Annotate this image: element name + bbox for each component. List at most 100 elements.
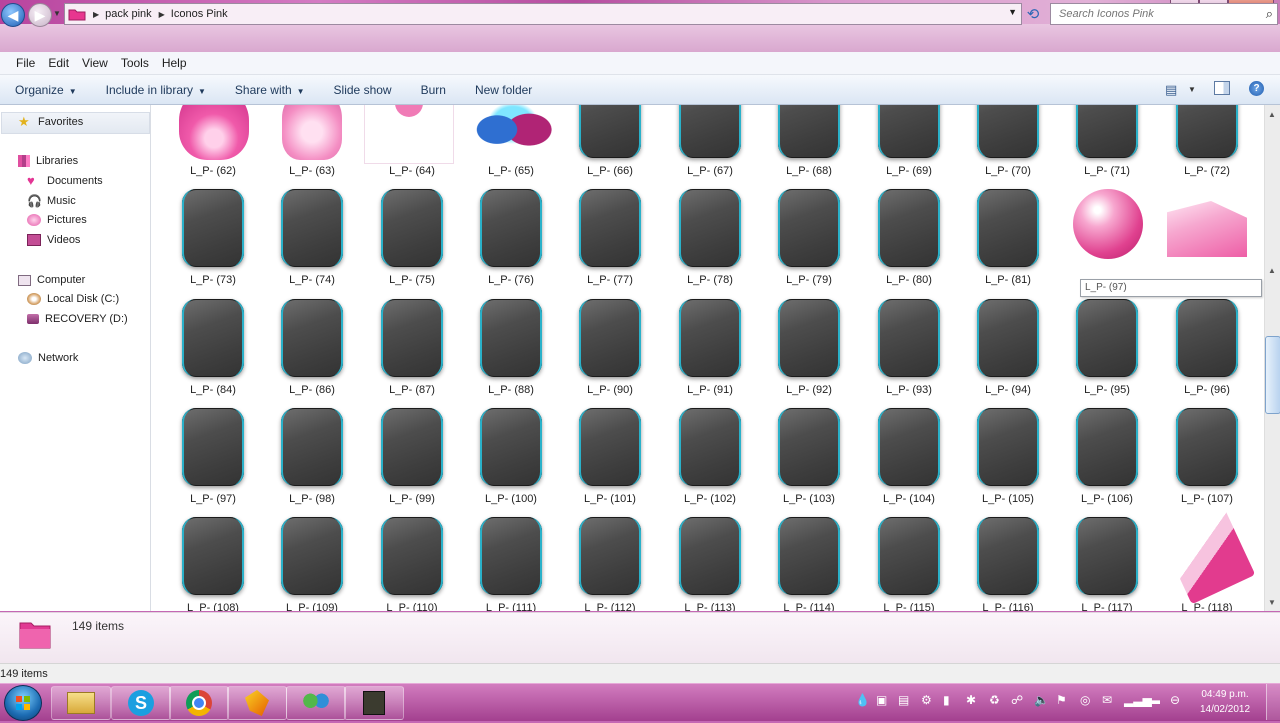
file-item[interactable]: L_P- (62) (165, 105, 261, 186)
file-item[interactable]: L_P- (84) (165, 295, 261, 405)
menu-edit[interactable]: Edit (48, 56, 69, 70)
scroll-up-icon[interactable]: ▲ (1268, 110, 1276, 119)
nav-videos[interactable]: Videos (27, 234, 80, 246)
file-item[interactable]: L_P- (79) (761, 185, 857, 295)
change-view-icon[interactable]: ▤ (1165, 82, 1177, 98)
include-in-library-button[interactable]: Include in library ▼ (106, 83, 206, 97)
file-item[interactable]: L_P- (99) (364, 404, 460, 514)
start-button[interactable] (4, 685, 42, 721)
taskbar-explorer[interactable] (51, 686, 111, 720)
file-item[interactable]: L_P- (67) (662, 105, 758, 186)
nav-computer[interactable]: Computer (18, 274, 85, 286)
file-item[interactable]: L_P- (113) (662, 513, 758, 611)
taskbar-messenger[interactable] (286, 686, 346, 720)
action-center-flag-icon[interactable]: ⚑ (1056, 693, 1067, 707)
file-item[interactable]: L_P- (106) (1059, 404, 1155, 514)
file-item[interactable]: L_P- (108) (165, 513, 261, 611)
breadcrumb-arrow-icon[interactable]: ▶ (159, 10, 165, 19)
file-item[interactable]: L_P- (76) (463, 185, 559, 295)
nav-network[interactable]: Network (18, 352, 78, 364)
address-dropdown-icon[interactable]: ▼ (1008, 7, 1017, 17)
file-item[interactable]: L_P- (74) (264, 185, 360, 295)
opera-icon[interactable]: ◎ (1080, 693, 1090, 707)
taskbar-skype[interactable]: S (111, 686, 171, 720)
drop-icon[interactable]: 💧 (855, 693, 870, 707)
scroll-down-icon[interactable]: ▼ (1268, 598, 1276, 607)
file-item[interactable]: L_P- (105) (960, 404, 1056, 514)
file-item[interactable]: L_P- (117) (1059, 513, 1155, 611)
tray-network-icon[interactable]: ✉ (1102, 693, 1112, 707)
new-folder-button[interactable]: New folder (475, 83, 532, 97)
nav-pictures[interactable]: Pictures (27, 214, 87, 226)
file-item[interactable]: L_P- (78) (662, 185, 758, 295)
help-icon[interactable]: ? (1249, 81, 1264, 96)
file-item[interactable]: L_P- (96) (1159, 295, 1255, 405)
file-item[interactable]: L_P- (90) (562, 295, 658, 405)
breadcrumb-pack-pink[interactable]: pack pink (105, 8, 151, 20)
refresh-icon[interactable]: ⟲ (1022, 4, 1044, 24)
file-item[interactable]: L_P- (93) (861, 295, 957, 405)
search-input[interactable] (1057, 7, 1261, 21)
file-item[interactable]: L_P- (102) (662, 404, 758, 514)
file-item[interactable]: L_P- (63) (264, 105, 360, 186)
share-with-button[interactable]: Share with ▼ (235, 83, 305, 97)
file-item[interactable]: L_P- (115) (861, 513, 957, 611)
file-item[interactable]: L_P- (77) (562, 185, 658, 295)
breadcrumb-iconos-pink[interactable]: Iconos Pink (171, 8, 228, 20)
file-item[interactable]: L_P- (88) (463, 295, 559, 405)
file-item[interactable]: L_P- (111) (463, 513, 559, 611)
nav-documents[interactable]: ♥ Documents (27, 174, 103, 187)
recent-pages-dropdown[interactable]: ▼ (53, 9, 61, 18)
organize-button[interactable]: Organize ▼ (15, 83, 77, 97)
file-item[interactable]: L_P- (71) (1059, 105, 1155, 186)
file-item[interactable]: L_P- (104) (861, 404, 957, 514)
file-item[interactable]: L_P- (92) (761, 295, 857, 405)
file-item[interactable]: L_P- (68) (761, 105, 857, 186)
file-item[interactable]: L_P- (94) (960, 295, 1056, 405)
search-box[interactable]: ⌕ (1050, 3, 1278, 25)
file-item[interactable]: L_P- (103) (761, 404, 857, 514)
file-item[interactable]: L_P- (66) (562, 105, 658, 186)
file-item[interactable]: L_P- (86) (264, 295, 360, 405)
connection-icon[interactable]: ⊖ (1170, 693, 1180, 707)
notes-icon[interactable]: ▤ (898, 693, 909, 707)
file-item[interactable]: L_P- (116) (960, 513, 1056, 611)
file-item[interactable]: L_P- (100) (463, 404, 559, 514)
menu-tools[interactable]: Tools (121, 56, 149, 70)
system-clock[interactable]: 04:49 p.m. 14/02/2012 (1193, 687, 1257, 717)
recycle-icon[interactable]: ♻ (989, 693, 1000, 707)
file-item[interactable]: L_P- (97) (165, 404, 261, 514)
burn-button[interactable]: Burn (421, 83, 446, 97)
show-desktop-button[interactable] (1266, 684, 1280, 720)
file-item[interactable]: L_P- (101) (562, 404, 658, 514)
file-item[interactable]: L_P- (69) (861, 105, 957, 186)
file-item[interactable]: L_P- (107) (1159, 404, 1255, 514)
file-item[interactable]: L_P- (64) (364, 105, 460, 186)
menu-view[interactable]: View (82, 56, 108, 70)
menu-file[interactable]: File (16, 56, 35, 70)
file-item[interactable]: L_P- (118) (1159, 507, 1256, 611)
menu-help[interactable]: Help (162, 56, 187, 70)
taskbar-chrome[interactable] (169, 686, 229, 720)
volume-icon[interactable]: 🔈 (1034, 693, 1049, 707)
breadcrumb-arrow-icon[interactable]: ▶ (93, 10, 99, 19)
file-item[interactable]: L_P- (73) (165, 185, 261, 295)
view-options-dropdown[interactable]: ▼ (1188, 85, 1196, 94)
file-item[interactable]: L_P- (110) (364, 513, 460, 611)
nav-recovery[interactable]: RECOVERY (D:) (27, 313, 128, 325)
file-item[interactable]: L_P- (70) (960, 105, 1056, 186)
file-item[interactable]: L_P- (114) (761, 513, 857, 611)
forward-button[interactable]: ▶ (28, 3, 52, 27)
file-item[interactable]: L_P- (75) (364, 185, 460, 295)
antivirus-icon[interactable]: ✱ (966, 693, 976, 707)
scrollbar-thumb[interactable] (1265, 336, 1280, 414)
tray-tool-icon[interactable]: ⚙ (921, 693, 932, 707)
file-item[interactable]: L_P- (80) (861, 185, 957, 295)
file-item[interactable]: L_P- (91) (662, 295, 758, 405)
file-item[interactable]: L_P- (65) (463, 105, 559, 186)
file-item[interactable]: L_P- (112) (562, 513, 658, 611)
address-bar[interactable]: ▶ pack pink ▶ Iconos Pink ▼ (64, 3, 1022, 25)
nav-favorites[interactable]: ★ Favorites (18, 115, 83, 128)
carrier-icon[interactable]: ▬ (1148, 693, 1160, 707)
file-item[interactable]: L_P- (98) (264, 404, 360, 514)
